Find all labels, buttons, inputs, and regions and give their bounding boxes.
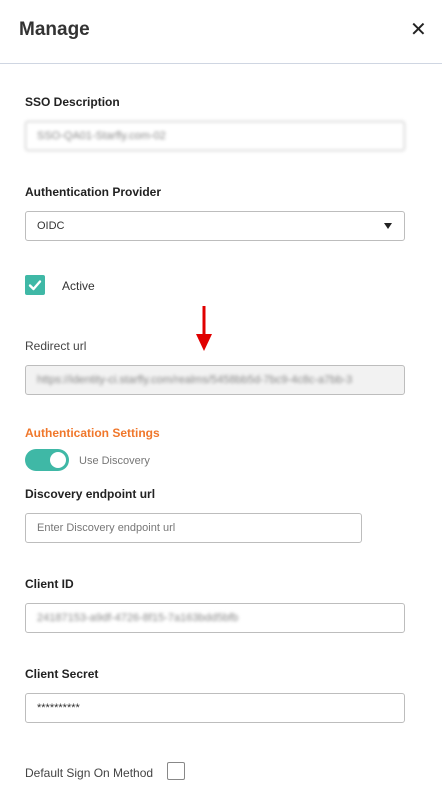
default-sign-on-label: Default Sign On Method — [25, 766, 154, 780]
check-icon — [28, 280, 42, 291]
toggle-knob — [50, 452, 66, 468]
authentication-provider-label: Authentication Provider — [25, 185, 162, 199]
client-id-input[interactable]: 24187153-a9df-4726-8f15-7a163bdd5bfb — [25, 603, 405, 633]
redirect-url-label: Redirect url — [25, 339, 87, 353]
use-discovery-label: Use Discovery — [79, 455, 150, 467]
chevron-down-icon — [384, 223, 392, 229]
discovery-endpoint-label: Discovery endpoint url — [25, 487, 156, 501]
client-id-value: 24187153-a9df-4726-8f15-7a163bdd5bfb — [37, 612, 239, 624]
red-arrow-annotation-icon — [196, 306, 212, 351]
authentication-provider-value: OIDC — [37, 220, 65, 232]
use-discovery-toggle[interactable] — [25, 449, 69, 471]
default-sign-on-checkbox[interactable] — [167, 762, 185, 780]
client-secret-label: Client Secret — [25, 667, 99, 681]
discovery-endpoint-input[interactable]: Enter Discovery endpoint url — [25, 513, 362, 543]
dialog-title: Manage — [19, 19, 90, 40]
active-checkbox[interactable] — [25, 275, 45, 295]
client-secret-input[interactable]: ********** — [25, 693, 405, 723]
redirect-url-input: https://identity-ci.starfly.com/realms/5… — [25, 365, 405, 395]
dialog-header: Manage ✕ — [0, 0, 442, 64]
authentication-provider-select[interactable]: OIDC — [25, 211, 405, 241]
close-icon[interactable]: ✕ — [410, 20, 428, 40]
client-id-label: Client ID — [25, 577, 74, 591]
authentication-settings-heading: Authentication Settings — [25, 426, 160, 440]
redirect-url-value: https://identity-ci.starfly.com/realms/5… — [37, 374, 353, 386]
sso-description-input[interactable]: SSO-QA01-Starfly.com-02 — [25, 121, 405, 151]
sso-description-label: SSO Description — [25, 95, 120, 109]
active-label: Active — [62, 279, 95, 293]
